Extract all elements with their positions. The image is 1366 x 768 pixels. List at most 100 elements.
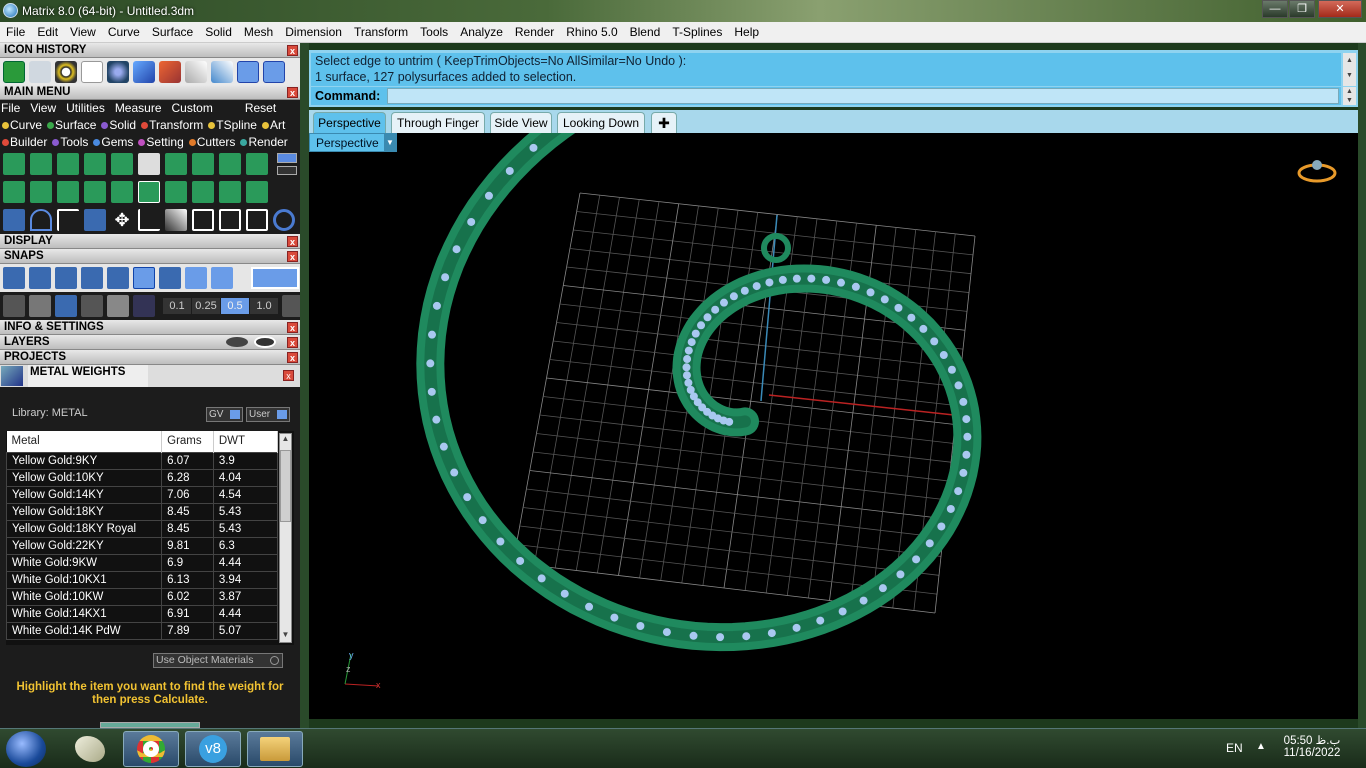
eye-tool-icon[interactable] — [55, 60, 77, 83]
snap-value-selected[interactable]: 0.5 — [221, 298, 249, 314]
table-row[interactable]: White Gold:14KX1 6.91 4.44 — [5, 604, 279, 623]
near-snap-icon[interactable] — [29, 267, 51, 289]
network-tool-icon[interactable] — [138, 153, 160, 175]
menu-mesh[interactable]: Mesh — [238, 22, 279, 39]
explorer-app-icon[interactable] — [247, 731, 303, 767]
category-gems[interactable]: Gems — [93, 135, 133, 149]
panel-splitter[interactable] — [300, 43, 309, 728]
paint-app-icon[interactable] — [62, 731, 118, 767]
category-art[interactable]: Art — [261, 118, 285, 132]
bail-ring[interactable] — [761, 233, 791, 263]
table-row[interactable]: White Gold:9KW 6.9 4.44 — [5, 553, 279, 572]
main-menu-file[interactable]: File — [1, 101, 20, 115]
flow-tool-icon[interactable] — [246, 181, 268, 203]
end-snap-icon[interactable] — [3, 267, 25, 289]
grid-snap-icon[interactable] — [3, 295, 25, 317]
chevron-down-icon[interactable]: ▼ — [384, 134, 396, 151]
check-icon[interactable] — [211, 60, 233, 83]
close-icon[interactable]: x — [283, 370, 294, 381]
menu-rhino-5-0[interactable]: Rhino 5.0 — [560, 22, 623, 39]
move-tool-icon[interactable] — [185, 60, 207, 83]
document-icon[interactable] — [81, 60, 103, 83]
scroll-down-icon[interactable]: ▼ — [280, 630, 291, 642]
close-icon[interactable]: x — [287, 87, 298, 98]
close-icon[interactable]: x — [287, 251, 298, 262]
close-icon[interactable]: x — [287, 337, 298, 348]
layer-lock-icon[interactable] — [226, 337, 248, 347]
toggle-icon[interactable] — [277, 165, 297, 175]
corner-tool-icon[interactable] — [57, 209, 79, 231]
category-cutters[interactable]: Cutters — [188, 135, 235, 149]
sweep-tool-icon[interactable] — [165, 153, 187, 175]
display-tool-icon[interactable] — [29, 60, 51, 83]
category-setting[interactable]: Setting — [138, 135, 184, 149]
add-tab-icon[interactable]: ✚ — [651, 112, 677, 133]
point-snap-icon[interactable] — [55, 267, 77, 289]
menu-edit[interactable]: Edit — [31, 22, 64, 39]
box-tool-icon[interactable] — [138, 181, 160, 203]
menu-view[interactable]: View — [64, 22, 102, 39]
patch-tool-icon[interactable] — [30, 181, 52, 203]
start-button[interactable] — [6, 731, 46, 767]
category-surface[interactable]: Surface — [47, 118, 96, 132]
close-icon[interactable]: x — [287, 322, 298, 333]
snap-value[interactable]: 0.1 — [163, 298, 191, 314]
shell-tool-icon[interactable] — [165, 181, 187, 203]
matrix-app-icon[interactable]: v8 — [185, 731, 241, 767]
scroll-up-icon[interactable]: ▲ — [280, 434, 291, 446]
move-icon[interactable]: ✥ — [111, 209, 133, 231]
revolve-tool-icon[interactable] — [219, 153, 241, 175]
gem-tool-icon[interactable] — [133, 60, 155, 83]
command-input[interactable] — [387, 88, 1339, 104]
category-solid[interactable]: Solid — [101, 118, 136, 132]
quad-snap-icon[interactable] — [211, 267, 233, 289]
viewport-canvas[interactable]: x y z — [309, 43, 1358, 719]
close-icon[interactable]: x — [287, 236, 298, 247]
line-snap-icon[interactable] — [55, 295, 77, 317]
clock[interactable]: 05:50 ب.ظ 11/16/2022 — [1276, 733, 1348, 759]
gv-button[interactable]: GV — [206, 407, 243, 422]
menu-file[interactable]: File — [0, 22, 31, 39]
perp-snap-icon[interactable] — [159, 267, 181, 289]
plane-tool-icon[interactable] — [84, 181, 106, 203]
arc-tool-icon[interactable] — [30, 209, 52, 231]
bracket-tool-icon[interactable] — [138, 209, 160, 231]
tab-side-view[interactable]: Side View — [490, 112, 552, 133]
spiral-pendant-model[interactable] — [416, 43, 982, 652]
minimize-button[interactable]: — — [1262, 0, 1288, 18]
back-arrow-icon[interactable] — [237, 60, 259, 83]
menu-surface[interactable]: Surface — [146, 22, 199, 39]
category-curve[interactable]: Curve — [2, 118, 42, 132]
language-indicator[interactable]: EN — [1226, 741, 1243, 755]
toggle-icon[interactable] — [277, 153, 297, 163]
table-row[interactable]: White Gold:14K PdW 7.89 5.07 — [5, 621, 279, 640]
table-row[interactable]: White Gold:10KX1 6.13 3.94 — [5, 570, 279, 589]
table-row[interactable]: Yellow Gold:18KY Royal 8.45 5.43 — [5, 519, 279, 538]
category-tools[interactable]: Tools — [52, 135, 88, 149]
int-snap-icon[interactable] — [133, 267, 155, 289]
cen-snap-icon[interactable] — [107, 267, 129, 289]
table-row[interactable]: Yellow Gold:22KY 9.81 6.3 — [5, 536, 279, 555]
snap-value[interactable]: 1.0 — [250, 298, 278, 314]
close-icon[interactable]: x — [287, 45, 298, 56]
main-menu-measure[interactable]: Measure — [115, 101, 162, 115]
frame-tool-icon[interactable] — [192, 209, 214, 231]
diamond-icon[interactable] — [107, 295, 129, 317]
frame-tool-icon[interactable] — [219, 209, 241, 231]
table-row[interactable]: Yellow Gold:14KY 7.06 4.54 — [5, 485, 279, 504]
chrome-app-icon[interactable] — [123, 731, 179, 767]
tab-through-finger[interactable]: Through Finger — [391, 112, 485, 133]
category-transform[interactable]: Transform — [141, 118, 203, 132]
extrude-tool-icon[interactable] — [246, 153, 268, 175]
patch-tool-icon[interactable] — [3, 181, 25, 203]
spiral-band[interactable] — [416, 43, 982, 652]
main-menu-utilities[interactable]: Utilities — [66, 101, 105, 115]
surface-tool-icon[interactable] — [30, 153, 52, 175]
tools-icon[interactable] — [159, 60, 181, 83]
grid-surface-icon[interactable] — [111, 181, 133, 203]
tan-snap-icon[interactable] — [185, 267, 207, 289]
menu-analyze[interactable]: Analyze — [454, 22, 509, 39]
maximize-button[interactable]: ❐ — [1289, 0, 1315, 18]
command-scrollbar[interactable]: ▲ ▼ — [1343, 87, 1356, 105]
surface-tool-icon[interactable] — [84, 153, 106, 175]
